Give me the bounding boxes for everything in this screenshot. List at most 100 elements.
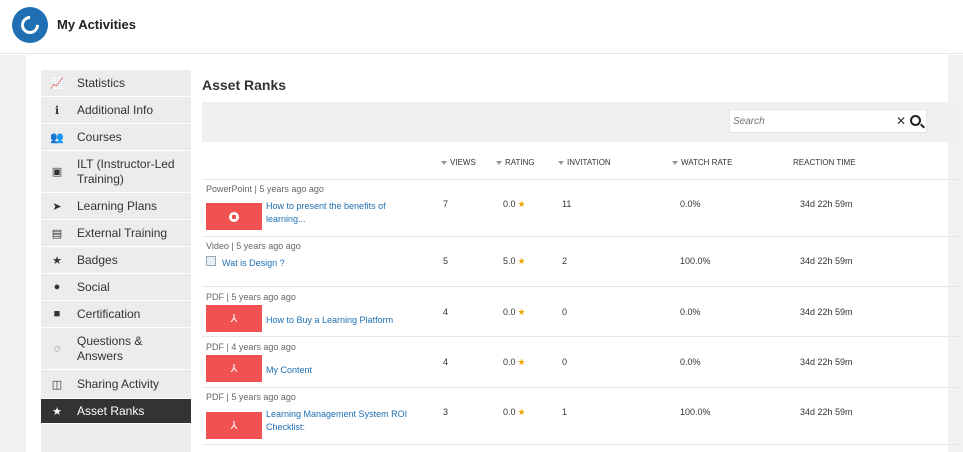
views-value: 7 bbox=[443, 199, 449, 209]
clipboard-icon: ▤ bbox=[51, 227, 63, 240]
search-input[interactable] bbox=[731, 111, 891, 131]
asset-title-link[interactable]: How to Buy a Learning Platform bbox=[266, 314, 416, 327]
top-bar: My Activities bbox=[0, 0, 963, 54]
search-box: ✕ bbox=[729, 109, 927, 133]
courses-icon: 👥 bbox=[50, 131, 64, 144]
rating-value: 0.0 ★ bbox=[503, 307, 526, 317]
asset-title-link[interactable]: Wat is Design ? bbox=[222, 257, 372, 270]
asset-title-link[interactable]: Learning Management System ROI Checklist… bbox=[266, 408, 416, 434]
sidebar-item-badges[interactable]: ★ Badges bbox=[41, 247, 191, 274]
watch-rate-value: 0.0% bbox=[680, 307, 701, 317]
pdf-thumbnail-icon[interactable]: ⅄ bbox=[206, 305, 262, 332]
watch-rate-value: 0.0% bbox=[680, 357, 701, 367]
column-header-rating[interactable]: RATING bbox=[496, 158, 535, 167]
qa-icon: ◌ bbox=[53, 342, 61, 355]
signpost-icon: ➤ bbox=[52, 200, 62, 213]
sort-down-icon bbox=[558, 160, 564, 165]
row-divider bbox=[202, 336, 961, 337]
sidebar-item-label: Learning Plans bbox=[77, 198, 158, 213]
sidebar-item-ilt[interactable]: ▣ ILT (Instructor-Led Training) bbox=[41, 151, 191, 193]
star-icon: ★ bbox=[517, 199, 526, 209]
sidebar-item-questions-answers[interactable]: ◌ Questions & Answers bbox=[41, 328, 191, 370]
sidebar-item-label: Statistics bbox=[77, 75, 126, 90]
sidebar-item-certification[interactable]: ■ Certification bbox=[41, 301, 191, 328]
sidebar-item-learning-plans[interactable]: ➤ Learning Plans bbox=[41, 193, 191, 220]
star-icon: ★ bbox=[52, 405, 62, 418]
rating-value: 0.0 ★ bbox=[503, 357, 526, 367]
row-divider bbox=[202, 179, 961, 180]
star-icon: ★ bbox=[517, 307, 526, 317]
sidebar: 📈 Statistics ℹ Additional Info 👥 Courses… bbox=[41, 70, 191, 452]
sidebar-item-statistics[interactable]: 📈 Statistics bbox=[41, 70, 191, 97]
sidebar-item-social[interactable]: ● Social bbox=[41, 274, 191, 301]
column-header-views[interactable]: VIEWS bbox=[441, 158, 476, 167]
sidebar-item-label: ILT (Instructor-Led Training) bbox=[77, 156, 175, 186]
left-gutter bbox=[0, 55, 26, 452]
invitation-value: 2 bbox=[562, 256, 568, 266]
column-header-reaction-time[interactable]: REACTION TIME bbox=[793, 158, 856, 167]
sidebar-item-external-training[interactable]: ▤ External Training bbox=[41, 220, 191, 247]
star-icon: ★ bbox=[517, 256, 526, 266]
reaction-time-value: 34d 22h 59m bbox=[800, 199, 853, 209]
reaction-time-value: 34d 22h 59m bbox=[800, 407, 853, 417]
chart-icon: 📈 bbox=[50, 77, 64, 90]
sidebar-item-label: Sharing Activity bbox=[77, 376, 160, 391]
asset-meta: PowerPoint | 5 years ago ago bbox=[206, 184, 324, 194]
rating-value: 5.0 ★ bbox=[503, 256, 526, 266]
page-title: Asset Ranks bbox=[202, 77, 287, 93]
rating-value: 0.0 ★ bbox=[503, 199, 526, 209]
column-header-invitation[interactable]: INVITATION bbox=[558, 158, 611, 167]
views-value: 4 bbox=[443, 307, 449, 317]
sidebar-item-label: External Training bbox=[77, 225, 168, 240]
watch-rate-value: 100.0% bbox=[680, 407, 711, 417]
watch-rate-value: 0.0% bbox=[680, 199, 701, 209]
sidebar-item-courses[interactable]: 👥 Courses bbox=[41, 124, 191, 151]
reaction-time-value: 34d 22h 59m bbox=[800, 256, 853, 266]
invitation-value: 0 bbox=[562, 357, 568, 367]
powerpoint-thumbnail-icon[interactable] bbox=[206, 203, 262, 230]
column-header-watch-rate[interactable]: WATCH RATE bbox=[672, 158, 732, 167]
asset-meta: PDF | 5 years ago ago bbox=[206, 292, 296, 302]
invitation-value: 0 bbox=[562, 307, 568, 317]
clear-icon[interactable]: ✕ bbox=[896, 114, 906, 128]
row-divider bbox=[202, 236, 961, 237]
sidebar-item-label: Courses bbox=[77, 129, 122, 144]
sidebar-item-sharing-activity[interactable]: ◫ Sharing Activity bbox=[41, 370, 191, 399]
row-divider bbox=[202, 387, 961, 388]
sidebar-item-label: Additional Info bbox=[77, 102, 154, 117]
invitation-value: 1 bbox=[562, 407, 568, 417]
row-divider bbox=[202, 286, 961, 287]
sidebar-item-label: Asset Ranks bbox=[77, 403, 145, 418]
star-icon: ★ bbox=[517, 357, 526, 367]
search-icon[interactable] bbox=[910, 115, 921, 126]
app-logo-icon[interactable] bbox=[12, 7, 48, 43]
sidebar-item-label: Questions & Answers bbox=[77, 333, 143, 363]
sort-down-icon bbox=[672, 160, 678, 165]
badge-star-icon: ★ bbox=[52, 254, 62, 267]
watch-rate-value: 100.0% bbox=[680, 256, 711, 266]
asset-meta: Video | 5 years ago ago bbox=[206, 241, 301, 251]
rating-value: 0.0 ★ bbox=[503, 407, 526, 417]
sidebar-item-label: Badges bbox=[77, 252, 118, 267]
views-value: 5 bbox=[443, 256, 449, 266]
sidebar-item-additional-info[interactable]: ℹ Additional Info bbox=[41, 97, 191, 124]
chat-icon: ● bbox=[53, 281, 61, 293]
pdf-thumbnail-icon[interactable]: ⅄ bbox=[206, 412, 262, 439]
broken-image-icon[interactable] bbox=[206, 256, 216, 266]
certificate-icon: ■ bbox=[53, 308, 61, 320]
asset-title-link[interactable]: How to present the benefits of learning.… bbox=[266, 200, 416, 226]
sort-down-icon bbox=[496, 160, 502, 165]
ilt-icon: ▣ bbox=[51, 166, 63, 178]
views-value: 4 bbox=[443, 357, 449, 367]
views-value: 3 bbox=[443, 407, 449, 417]
asset-title-link[interactable]: My Content bbox=[266, 364, 416, 377]
row-divider bbox=[202, 444, 961, 445]
sidebar-item-asset-ranks[interactable]: ★ Asset Ranks bbox=[41, 399, 191, 424]
star-icon: ★ bbox=[517, 407, 526, 417]
pdf-thumbnail-icon[interactable]: ⅄ bbox=[206, 355, 262, 382]
asset-meta: PDF | 4 years ago ago bbox=[206, 342, 296, 352]
app-title: My Activities bbox=[57, 17, 136, 32]
info-icon: ℹ bbox=[54, 104, 60, 117]
sidebar-item-label: Social bbox=[77, 279, 110, 294]
sidebar-item-label: Certification bbox=[77, 306, 141, 321]
